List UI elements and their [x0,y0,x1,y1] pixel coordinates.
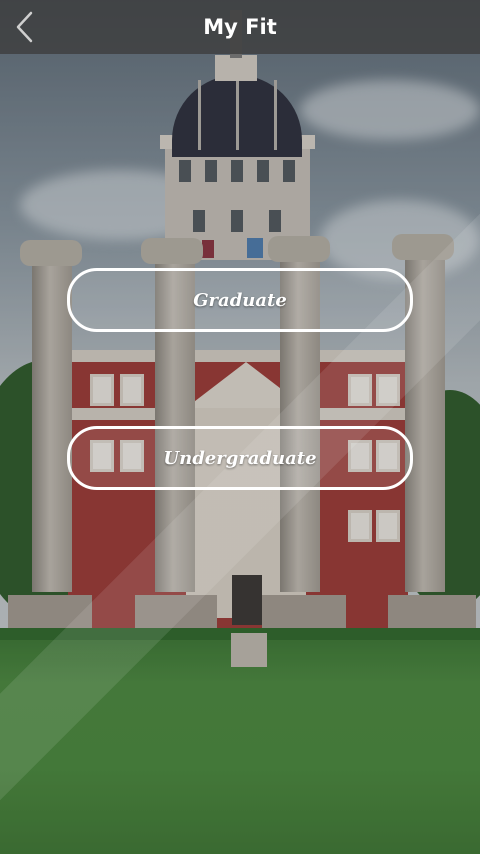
page-title: My Fit [203,15,277,39]
chevron-left-icon [16,11,33,43]
undergraduate-button-label: Undergraduate [163,447,317,469]
back-button[interactable] [0,0,50,54]
undergraduate-button[interactable]: Undergraduate [67,426,413,490]
header-bar: My Fit [0,0,480,54]
graduate-button-label: Graduate [193,289,287,311]
graduate-button[interactable]: Graduate [67,268,413,332]
